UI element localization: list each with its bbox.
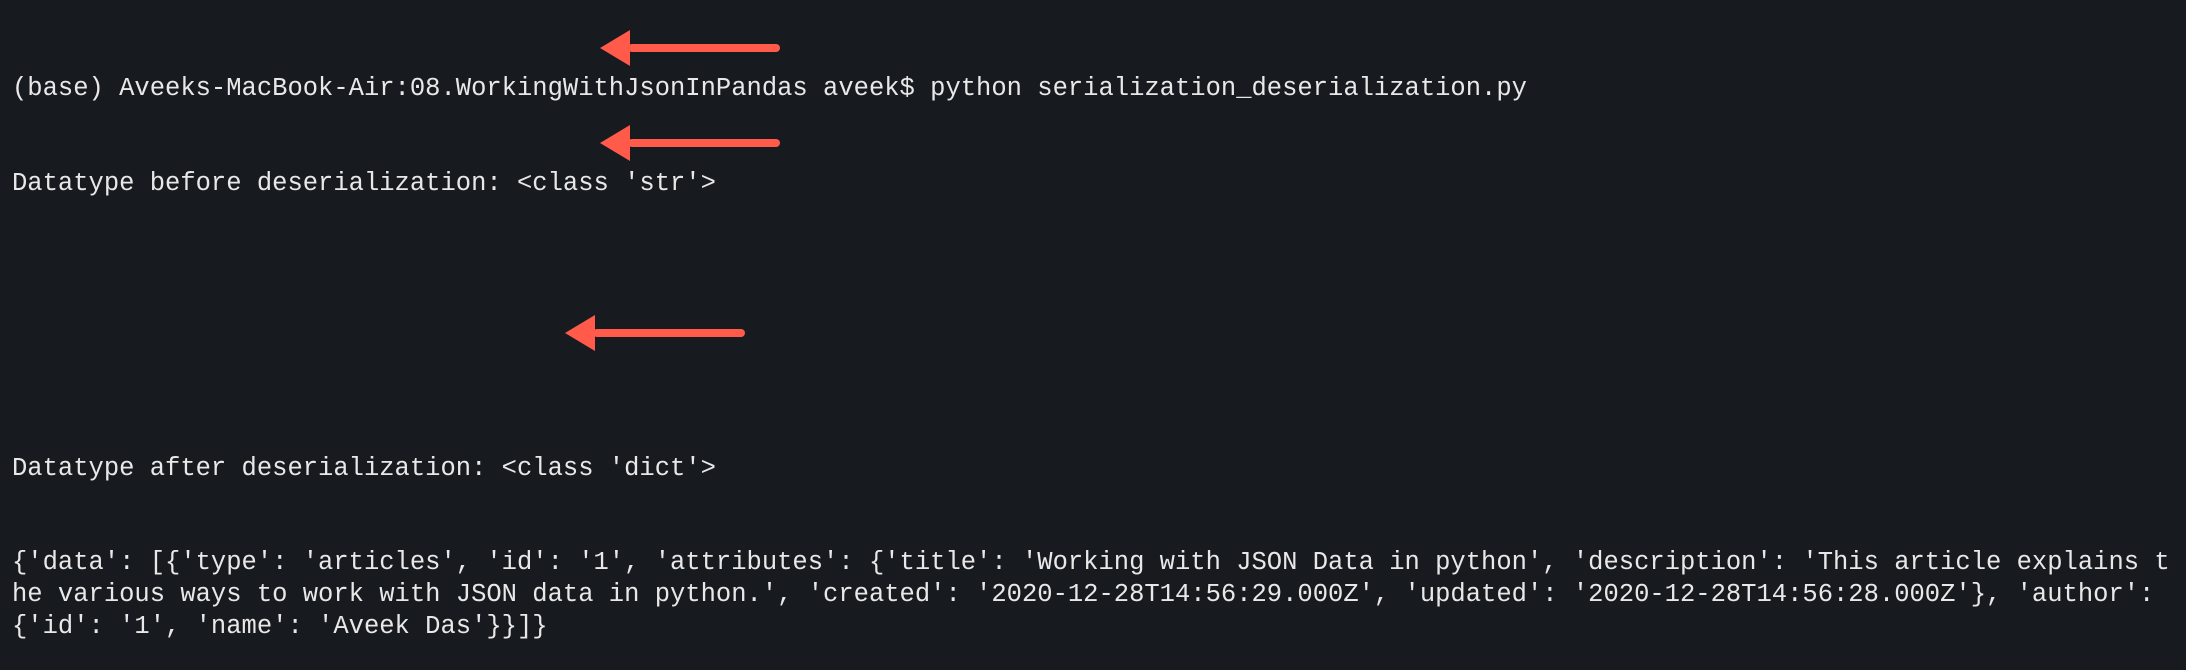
terminal-line: {'data': [{'type': 'articles', 'id': '1'… (12, 547, 2174, 642)
terminal-line: (base) Aveeks-MacBook-Air:08.WorkingWith… (12, 73, 2174, 105)
terminal-output[interactable]: (base) Aveeks-MacBook-Air:08.WorkingWith… (12, 10, 2174, 670)
terminal-line: Datatype after deserialization: <class '… (12, 453, 2174, 485)
terminal-line (12, 263, 2174, 295)
terminal-line: Datatype before deserialization: <class … (12, 168, 2174, 200)
terminal-line (12, 358, 2174, 390)
